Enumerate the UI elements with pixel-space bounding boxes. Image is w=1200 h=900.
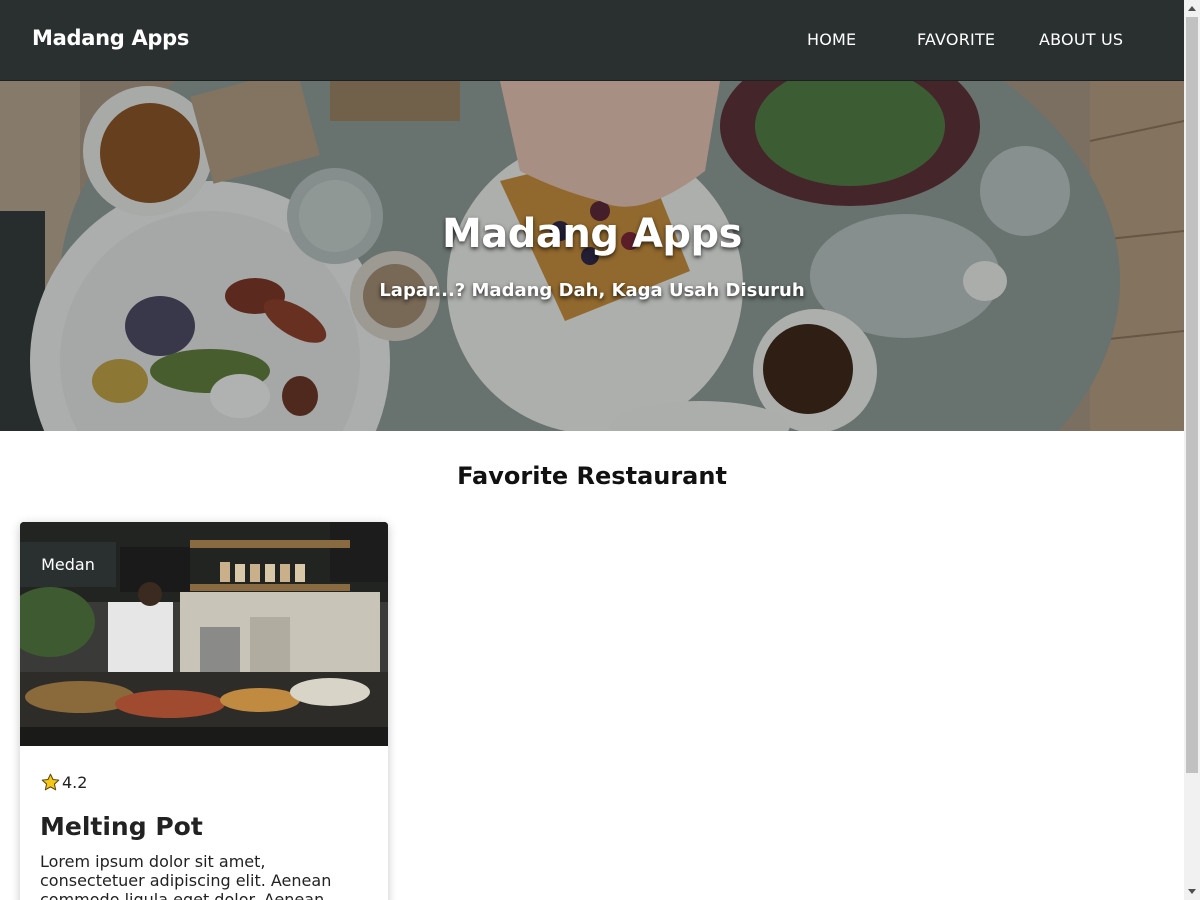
restaurant-card[interactable]: Medan 4.2 Melting Pot Lorem ipsum dolor … — [20, 522, 388, 900]
section-title: Favorite Restaurant — [457, 462, 727, 490]
hero-title: Madang Apps — [442, 211, 743, 257]
city-badge: Medan — [20, 542, 116, 587]
nav-about-us-link[interactable]: ABOUT US — [1039, 30, 1123, 49]
nav-home-link[interactable]: HOME — [807, 30, 856, 49]
hero-subtitle: Lapar...? Madang Dah, Kaga Usah Disuruh — [379, 280, 805, 301]
top-navbar: Madang Apps HOME FAVORITE ABOUT US — [0, 0, 1184, 81]
hero-banner: Madang Apps Lapar...? Madang Dah, Kaga U… — [0, 81, 1184, 431]
scroll-up-button[interactable] — [1184, 0, 1200, 16]
scroll-down-button[interactable] — [1184, 884, 1200, 900]
restaurant-description: Lorem ipsum dolor sit amet, consectetuer… — [40, 852, 332, 900]
vertical-scrollbar[interactable] — [1184, 0, 1200, 900]
chevron-up-icon — [1188, 6, 1196, 11]
star-icon — [41, 773, 60, 791]
nav-links: HOME FAVORITE ABOUT US — [0, 0, 1184, 81]
rating: 4.2 — [40, 772, 87, 793]
chevron-down-icon — [1188, 889, 1196, 894]
scrollbar-thumb[interactable] — [1186, 17, 1198, 773]
nav-favorite-link[interactable]: FAVORITE — [917, 30, 995, 49]
restaurant-name[interactable]: Melting Pot — [40, 812, 203, 841]
rating-value: 4.2 — [62, 773, 88, 792]
